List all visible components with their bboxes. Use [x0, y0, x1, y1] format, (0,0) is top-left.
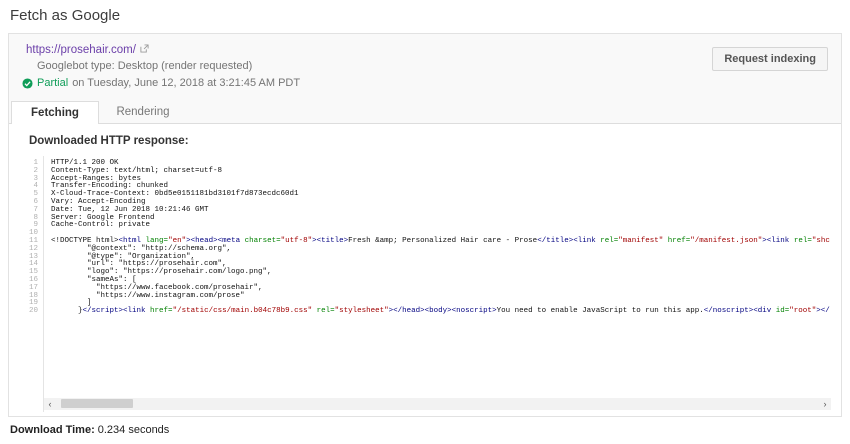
page-title: Fetch as Google	[10, 7, 121, 24]
fetched-url-link[interactable]: https://prosehair.com/	[26, 44, 136, 56]
card-header: https://prosehair.com/ Googlebot type: D…	[9, 34, 841, 97]
line-number: 5	[33, 190, 38, 199]
line-number: 1	[33, 159, 38, 167]
status-partial-label: Partial	[37, 77, 69, 89]
scrollbar-thumb[interactable]	[61, 399, 133, 408]
gutter-divider	[43, 156, 44, 412]
line-number: 2	[33, 166, 38, 175]
scroll-right-arrow-icon[interactable]	[819, 398, 831, 410]
tab-content: Downloaded HTTP response: 1 HTTP/1.1 200 …	[9, 124, 841, 412]
tab-fetching[interactable]: Fetching	[11, 101, 99, 124]
code-line: 2 Content-Type: text/html; charset=utf-8	[19, 166, 833, 176]
line-number: 6	[33, 197, 38, 206]
line-number: 7	[33, 205, 38, 214]
code-line: 9 Cache-Control: private	[19, 221, 833, 230]
code-line: 15 "logo": "https://prosehair.com/logo.p…	[19, 268, 833, 277]
line-number: 4	[33, 182, 38, 191]
check-circle-icon	[22, 78, 33, 89]
status-detail-text: on Tuesday, June 12, 2018 at 3:21:45 AM …	[72, 77, 301, 89]
download-time: Download Time: 0.234 seconds	[10, 424, 169, 436]
code-line: 20 }</script><link href="/static/css/mai…	[19, 307, 833, 316]
code-lines-container: 1 HTTP/1.1 200 OK 2 Content-Type: text/html…	[19, 156, 833, 316]
fetch-result-card: https://prosehair.com/ Googlebot type: D…	[8, 33, 842, 417]
scrollbar-track[interactable]	[56, 398, 819, 410]
url-row: https://prosehair.com/	[26, 44, 827, 57]
tab-rendering[interactable]: Rendering	[99, 101, 187, 123]
request-indexing-button[interactable]: Request indexing	[712, 47, 828, 71]
scroll-left-arrow-icon[interactable]	[44, 398, 56, 410]
googlebot-type-text: Googlebot type: Desktop (render requeste…	[37, 60, 253, 72]
tab-bar: Fetching Rendering	[9, 97, 841, 124]
fetch-status-row: Partial on Tuesday, June 12, 2018 at 3:2…	[22, 77, 827, 90]
horizontal-scrollbar[interactable]	[44, 398, 831, 410]
line-number: 20	[28, 307, 38, 316]
download-time-label: Download Time:	[10, 424, 95, 436]
http-response-viewer: 1 HTTP/1.1 200 OK 2 Content-Type: text/html…	[19, 156, 833, 412]
response-heading: Downloaded HTTP response:	[29, 135, 189, 147]
code-line: 18 "https://www.instagram.com/prose"	[19, 292, 833, 301]
download-time-value: 0.234 seconds	[97, 424, 170, 436]
line-number: 3	[33, 174, 38, 183]
external-link-icon[interactable]	[140, 44, 149, 57]
line-number: 8	[33, 213, 38, 222]
